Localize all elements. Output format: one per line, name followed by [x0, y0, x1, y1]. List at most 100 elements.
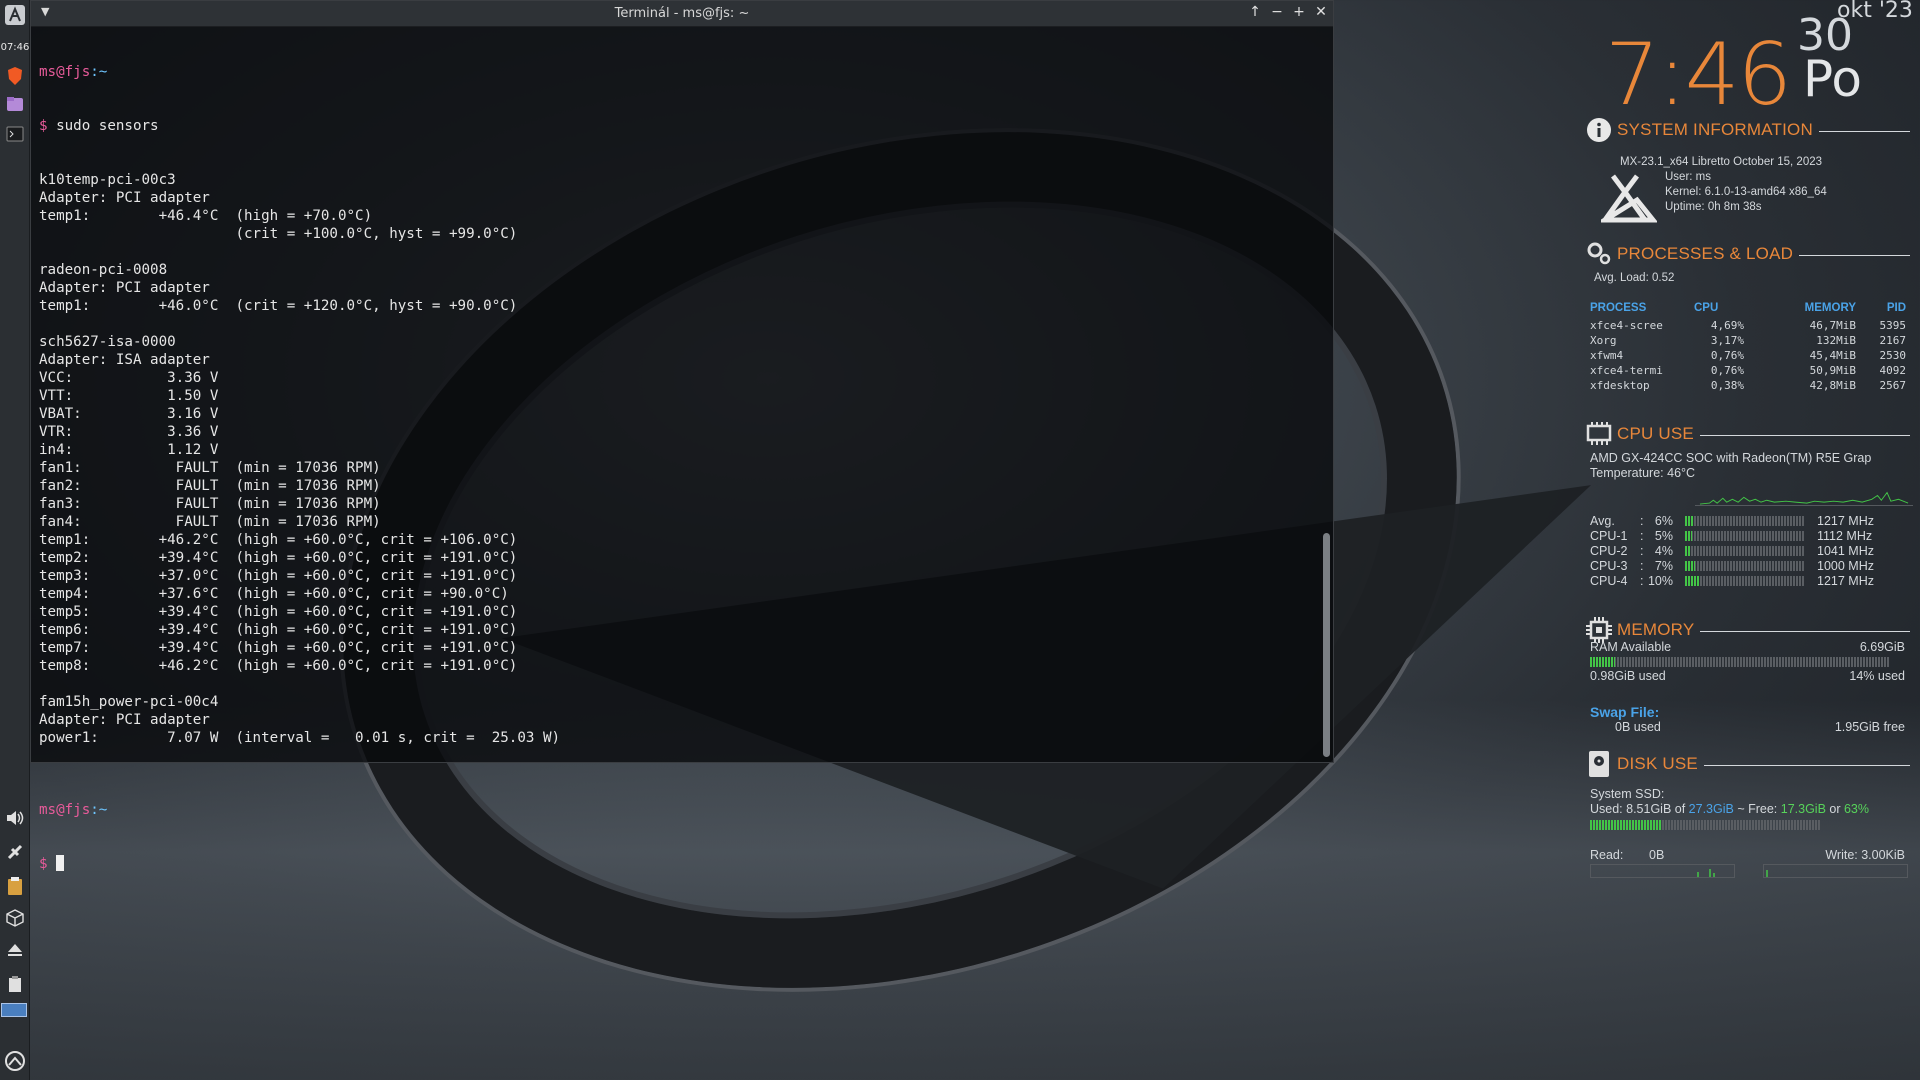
- section-divider: [1703, 764, 1910, 766]
- terminal-line: temp1: +46.0°C (crit = +120.0°C, hyst = …: [39, 298, 518, 314]
- process-row: xfdesktop 0,38% 42,8MiB 2567: [1590, 379, 1910, 394]
- clipboard-icon[interactable]: [3, 874, 27, 898]
- process-pid: 2567: [1879, 379, 1907, 392]
- terminal-prompt-line: ms@fjs:~: [39, 63, 1317, 81]
- terminal-line: sch5627-isa-0000: [39, 334, 176, 350]
- section-divider: [1799, 254, 1910, 256]
- process-cpu: 4,69%: [1710, 319, 1744, 332]
- process-mem: 132MiB: [1816, 334, 1856, 347]
- terminal-launcher-icon[interactable]: [3, 122, 27, 146]
- window-menu-icon[interactable]: ▼: [41, 5, 49, 18]
- package-updater-icon[interactable]: [3, 906, 27, 930]
- disk-header: DISK USE: [1585, 750, 1910, 778]
- process-pid: 4092: [1879, 364, 1907, 377]
- conky-time: 7:46: [1605, 25, 1792, 125]
- cpu-core-label: CPU-4: [1590, 574, 1628, 588]
- process-rows: xfce4-scree 4,69% 46,7MiB 5395 Xorg 3,17% 132M…: [1590, 319, 1910, 394]
- minimize-icon[interactable]: −: [1271, 4, 1283, 20]
- notes-icon[interactable]: [3, 972, 27, 996]
- terminal-line: VCC: 3.36 V: [39, 370, 219, 386]
- sysinfo-distro: MX-23.1_x64 Libretto October 15, 2023: [1620, 156, 1823, 168]
- cpu-core-bar-fill: [1685, 546, 1691, 556]
- cpu-core-frequency: 1041 MHz: [1817, 544, 1874, 558]
- terminal-line: Adapter: PCI adapter: [39, 190, 210, 206]
- process-pid: 5395: [1879, 319, 1907, 332]
- cpu-core-bar-fill: [1685, 561, 1696, 571]
- col-cpu: CPU: [1694, 302, 1719, 314]
- terminal-line: VTR: 3.36 V: [39, 424, 219, 440]
- terminal-line: temp7: +39.4°C (high = +60.0°C, crit = +…: [39, 640, 518, 656]
- avg-load: Avg. Load: 0.52: [1594, 272, 1675, 284]
- cpu-core-label: CPU-1: [1590, 529, 1628, 543]
- cpu-core-separator: :: [1640, 559, 1644, 573]
- left-panel: 07:46: [0, 0, 30, 1080]
- process-row: Xorg 3,17% 132MiB 2167: [1590, 334, 1910, 349]
- cpu-core-bar-fill: [1685, 576, 1700, 586]
- process-table: PROCESS CPU MEMORY PID xfce4-scree 4,69% 4…: [1590, 302, 1910, 394]
- process-name: xfce4-termi: [1590, 364, 1663, 377]
- terminal-line: Adapter: PCI adapter: [39, 280, 210, 296]
- disk-usage-line: Used: 8.51GiB of 27.3GiB ~ Free: 17.3GiB…: [1590, 802, 1869, 816]
- terminal-line: fan4: FAULT (min = 17036 RPM): [39, 514, 381, 530]
- terminal-line: Adapter: PCI adapter: [39, 712, 210, 728]
- gears-icon: [1585, 240, 1613, 268]
- logout-icon[interactable]: [3, 1049, 27, 1073]
- terminal-titlebar[interactable]: ▼ Terminál - ms@fjs: ~ ↑ − + ✕: [31, 1, 1333, 27]
- process-row: xfce4-scree 4,69% 46,7MiB 5395: [1590, 319, 1910, 334]
- disk-usage-bar: [1590, 820, 1820, 830]
- disk-free-prefix: ~ Free:: [1733, 802, 1781, 816]
- process-name: Xorg: [1590, 334, 1617, 347]
- cpu-core-percent: 6%: [1654, 514, 1673, 528]
- mx-linux-logo-icon: [1596, 172, 1659, 223]
- network-icon[interactable]: [3, 840, 27, 864]
- terminal-line: power1: 7.07 W (interval = 0.01 s, crit …: [39, 730, 561, 746]
- terminal-line: VTT: 1.50 V: [39, 388, 219, 404]
- close-icon[interactable]: ✕: [1315, 4, 1327, 20]
- terminal-line: temp8: +46.2°C (high = +60.0°C, crit = +…: [39, 658, 518, 674]
- conky-weekday: Po: [1803, 50, 1862, 108]
- cpu-core-bar: [1685, 546, 1805, 556]
- brave-browser-icon[interactable]: [3, 64, 27, 88]
- cpu-core-frequency: 1000 MHz: [1817, 559, 1874, 573]
- keep-above-icon[interactable]: ↑: [1249, 4, 1261, 20]
- cpu-core-label: Avg.: [1590, 514, 1615, 528]
- workspace-switcher[interactable]: [1, 1003, 27, 1017]
- system-info-title: SYSTEM INFORMATION: [1617, 120, 1813, 139]
- maximize-icon[interactable]: +: [1293, 4, 1305, 20]
- process-pid: 2167: [1879, 334, 1907, 347]
- panel-clock[interactable]: 07:46: [0, 42, 30, 53]
- terminal-line: temp1: +46.2°C (high = +60.0°C, crit = +…: [39, 532, 518, 548]
- terminal-line: fan3: FAULT (min = 17036 RPM): [39, 496, 381, 512]
- ram-usage-fill: [1590, 657, 1615, 667]
- ram-used: 0.98GiB used: [1590, 669, 1666, 683]
- cpu-title: CPU USE: [1617, 424, 1694, 443]
- process-name: xfce4-scree: [1590, 319, 1663, 332]
- cpu-temperature: Temperature: 46°C: [1590, 466, 1696, 480]
- memory-title: MEMORY: [1617, 620, 1695, 639]
- eject-icon[interactable]: [3, 938, 27, 962]
- cpu-core-bar-fill: [1685, 531, 1693, 541]
- terminal-line: VBAT: 3.16 V: [39, 406, 219, 422]
- processes-header: PROCESSES & LOAD: [1585, 240, 1910, 268]
- file-manager-icon[interactable]: [3, 92, 27, 116]
- disk-used: Used: 8.51GiB of: [1590, 802, 1689, 816]
- cpu-core-separator: :: [1640, 514, 1644, 528]
- swap-used: 0B used: [1615, 720, 1661, 734]
- cpu-core-frequency: 1217 MHz: [1817, 574, 1874, 588]
- disk-free: 17.3GiB: [1780, 802, 1826, 816]
- terminal-line: fan2: FAULT (min = 17036 RPM): [39, 478, 381, 494]
- section-divider: [1699, 434, 1910, 436]
- process-name: xfdesktop: [1590, 379, 1650, 392]
- terminal-output[interactable]: ms@fjs:~ $ sudo sensors k10temp-pci-00c3…: [39, 27, 1317, 872]
- terminal-input-line[interactable]: $: [39, 855, 1317, 873]
- terminal-command: sudo sensors: [47, 118, 159, 134]
- section-divider: [1700, 630, 1910, 632]
- terminal-line: fan1: FAULT (min = 17036 RPM): [39, 460, 381, 476]
- whisker-menu-icon[interactable]: [3, 3, 27, 27]
- terminal-scrollbar[interactable]: [1323, 533, 1330, 757]
- cpu-core-bar: [1685, 561, 1805, 571]
- terminal-window[interactable]: ▼ Terminál - ms@fjs: ~ ↑ − + ✕ ms@fjs:~ …: [30, 0, 1334, 872]
- terminal-line: radeon-pci-0008: [39, 262, 168, 278]
- volume-icon[interactable]: [3, 806, 27, 830]
